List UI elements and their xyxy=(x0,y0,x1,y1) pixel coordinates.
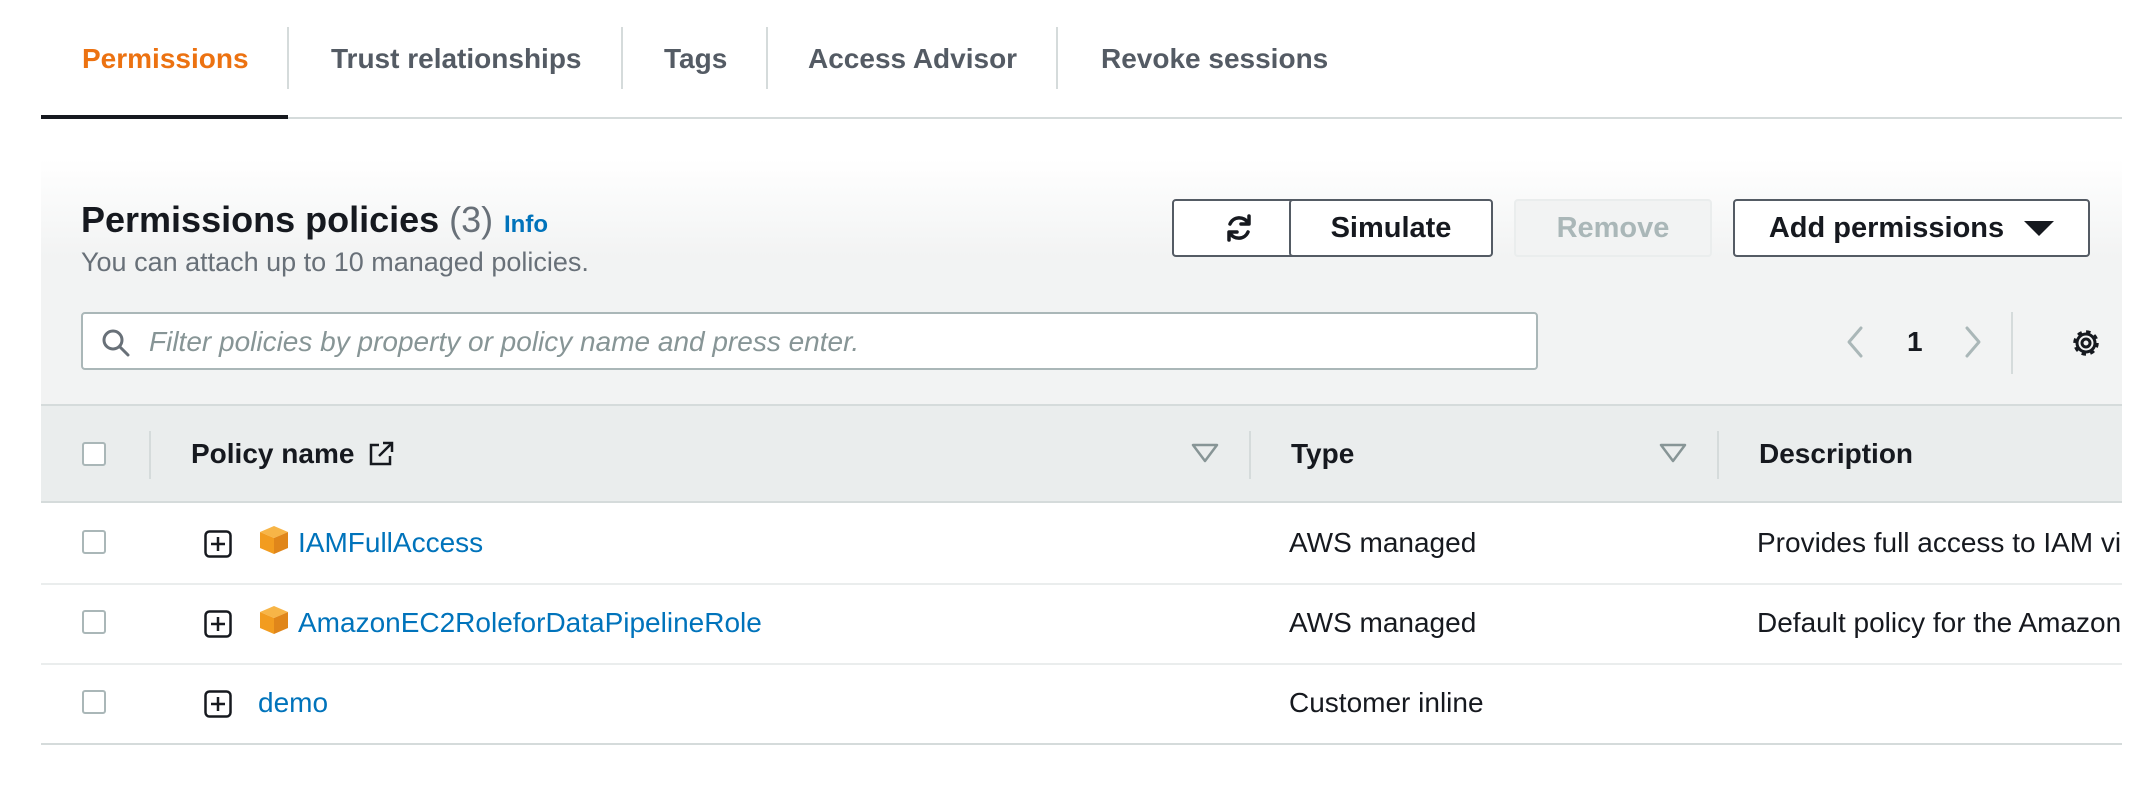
tab-bar: Permissions Trust relationships Tags Acc… xyxy=(41,0,2122,119)
row-checkbox[interactable] xyxy=(82,690,106,714)
policy-count: (3) xyxy=(449,199,494,240)
policy-description: Default policy for the Amazon xyxy=(1757,607,2122,638)
row-checkbox[interactable] xyxy=(82,530,106,554)
sort-down-icon[interactable] xyxy=(1658,442,1688,464)
row-checkbox[interactable] xyxy=(82,610,106,634)
policy-type: AWS managed xyxy=(1289,527,1477,558)
panel-subtitle: You can attach up to 10 managed policies… xyxy=(81,247,589,277)
pagination-divider xyxy=(2011,312,2013,374)
permissions-policies-panel: Permissions policies (3) Info You can at… xyxy=(41,159,2122,745)
column-header-policy-name-label: Policy name xyxy=(191,437,355,469)
add-permissions-button-label: Add permissions xyxy=(1768,211,2005,244)
column-divider xyxy=(1717,431,1719,479)
expand-plus-icon[interactable] xyxy=(204,690,232,718)
search-icon xyxy=(102,329,130,357)
column-header-type-label: Type xyxy=(1291,437,1355,469)
remove-button-label: Remove xyxy=(1556,211,1670,244)
expand-plus-icon[interactable] xyxy=(204,610,232,638)
chevron-right-icon[interactable] xyxy=(1957,324,1987,360)
expand-plus-icon[interactable] xyxy=(204,530,232,558)
policy-description: Provides full access to IAM vi xyxy=(1757,527,2122,558)
tab-divider xyxy=(287,27,289,89)
tab-tags[interactable]: Tags xyxy=(664,0,727,117)
filter-input[interactable] xyxy=(147,314,1531,370)
column-divider xyxy=(149,431,151,479)
table-row: IAMFullAccess AWS managed Provides full … xyxy=(41,503,2122,585)
tab-access-advisor[interactable]: Access Advisor xyxy=(808,0,1017,117)
policy-name-link[interactable]: IAMFullAccess xyxy=(298,527,483,559)
tab-divider xyxy=(1056,27,1058,89)
active-tab-indicator xyxy=(41,115,288,119)
policy-name-link[interactable]: demo xyxy=(258,687,328,719)
page-number[interactable]: 1 xyxy=(1907,326,1923,358)
select-all-checkbox[interactable] xyxy=(82,442,106,466)
tab-permissions-label: Permissions xyxy=(82,42,249,74)
remove-button[interactable]: Remove xyxy=(1514,199,1712,257)
panel-header: Permissions policies (3) Info You can at… xyxy=(41,159,2122,404)
policy-name-link[interactable]: AmazonEC2RoleforDataPipelineRole xyxy=(298,607,762,639)
table-row: AmazonEC2RoleforDataPipelineRole AWS man… xyxy=(41,583,2122,665)
simulate-button-label: Simulate xyxy=(1330,211,1452,244)
tab-divider xyxy=(621,27,623,89)
filter-search-box[interactable] xyxy=(81,312,1538,370)
tab-trust-relationships[interactable]: Trust relationships xyxy=(331,0,582,117)
column-divider xyxy=(1249,431,1251,479)
column-header-description-label: Description xyxy=(1759,437,1914,469)
table-header: Policy name Type Description xyxy=(41,404,2122,503)
panel-title: Permissions policies (3) xyxy=(81,199,493,241)
tab-trust-relationships-label: Trust relationships xyxy=(331,42,582,74)
add-permissions-button[interactable]: Add permissions xyxy=(1733,199,2090,257)
gear-icon[interactable] xyxy=(2068,325,2104,361)
tab-permissions[interactable]: Permissions xyxy=(82,0,249,117)
caret-down-icon xyxy=(2024,220,2055,236)
tab-access-advisor-label: Access Advisor xyxy=(808,42,1018,74)
aws-managed-policy-icon xyxy=(260,606,288,634)
column-header-description[interactable]: Description xyxy=(1759,406,1913,501)
external-link-icon xyxy=(370,441,394,465)
table-row: demo Customer inline xyxy=(41,663,2122,745)
tab-revoke-sessions[interactable]: Revoke sessions xyxy=(1101,0,1328,117)
column-header-policy-name[interactable]: Policy name xyxy=(191,406,396,501)
info-link[interactable]: Info xyxy=(504,211,548,239)
tab-tags-label: Tags xyxy=(664,42,728,74)
sort-down-icon[interactable] xyxy=(1190,442,1220,464)
simulate-button[interactable]: Simulate xyxy=(1289,199,1493,257)
aws-managed-policy-icon xyxy=(260,526,288,554)
column-header-type[interactable]: Type xyxy=(1291,406,1354,501)
tab-revoke-sessions-label: Revoke sessions xyxy=(1101,42,1329,74)
chevron-left-icon[interactable] xyxy=(1841,324,1871,360)
policy-type: Customer inline xyxy=(1289,687,1484,718)
panel-title-text: Permissions policies xyxy=(81,199,440,240)
refresh-button[interactable] xyxy=(1172,199,1305,257)
refresh-icon xyxy=(1226,214,1251,242)
policy-type: AWS managed xyxy=(1289,607,1477,638)
tab-divider xyxy=(766,27,768,89)
